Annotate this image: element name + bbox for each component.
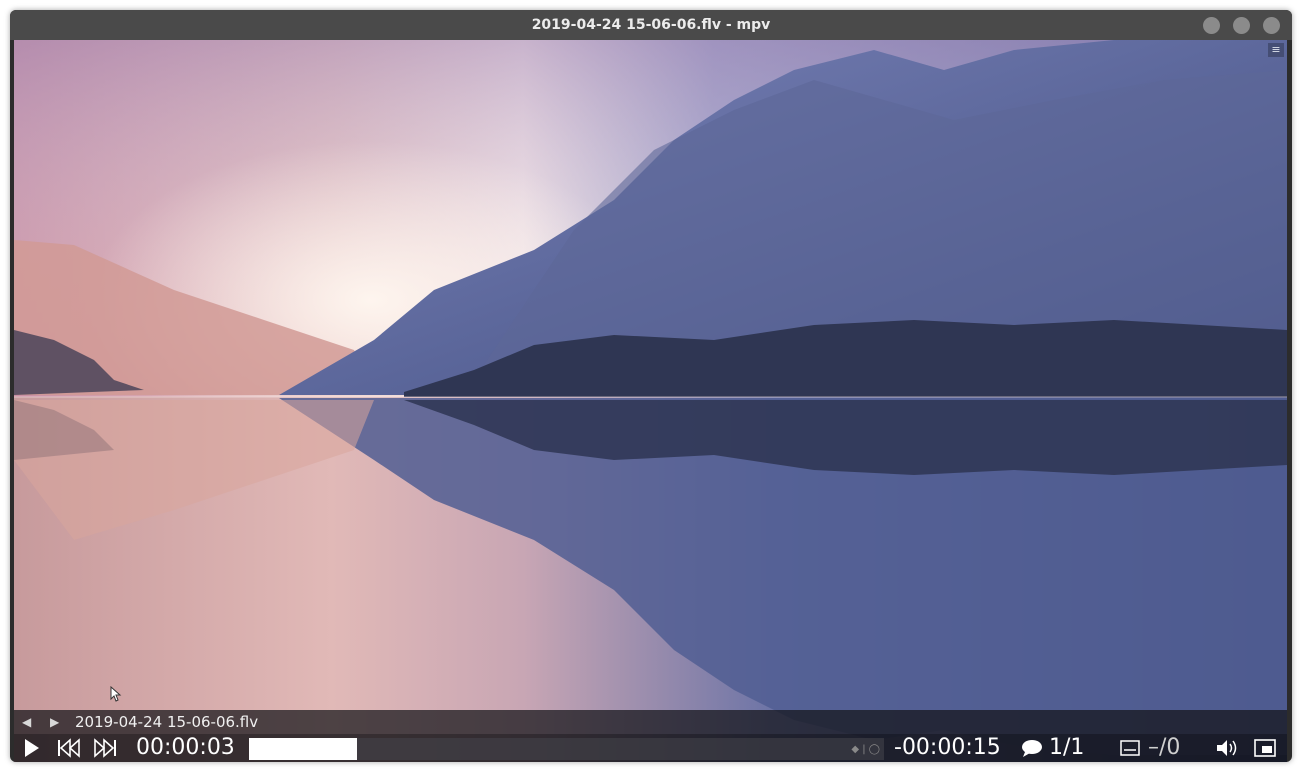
- subtitle-toggle-icon[interactable]: [1120, 740, 1140, 756]
- osc-controls: 00:00:03 ◆ | ◯ -00:00:15 1/1 –/0: [14, 734, 1287, 762]
- chapter-marks-icon: ◆ | ◯: [851, 744, 880, 755]
- mouse-pointer-icon: [110, 686, 122, 702]
- filename-label[interactable]: 2019-04-24 15-06-06.flv: [75, 713, 258, 731]
- skip-back-icon[interactable]: [56, 738, 82, 758]
- title-bar[interactable]: 2019-04-24 15-06-06.flv - mpv: [10, 10, 1292, 40]
- seek-progress: [249, 738, 357, 760]
- audio-track[interactable]: –/0: [1148, 735, 1180, 760]
- minimize-button[interactable]: [1203, 17, 1220, 34]
- skip-forward-icon[interactable]: [92, 738, 118, 758]
- remaining-time[interactable]: -00:00:15: [894, 735, 1001, 760]
- mpv-window: 2019-04-24 15-06-06.flv - mpv ≡ ◀ ▶ 2019…: [10, 10, 1292, 762]
- subtitle-track[interactable]: 1/1: [1049, 735, 1084, 760]
- hamburger-icon[interactable]: ≡: [1268, 43, 1284, 57]
- play-icon[interactable]: [23, 738, 41, 758]
- osc-title-row: ◀ ▶ 2019-04-24 15-06-06.flv: [14, 710, 1287, 734]
- maximize-button[interactable]: [1233, 17, 1250, 34]
- video-frame: [14, 40, 1287, 762]
- triangle-right-icon[interactable]: ▶: [50, 715, 59, 729]
- seek-bar[interactable]: ◆ | ◯: [249, 738, 884, 760]
- speech-bubble-icon[interactable]: [1021, 739, 1043, 757]
- close-button[interactable]: [1263, 17, 1280, 34]
- window-icon[interactable]: [1254, 739, 1276, 757]
- video-area[interactable]: ≡ ◀ ▶ 2019-04-24 15-06-06.flv 00:00:03 ◆…: [14, 40, 1287, 762]
- window-title: 2019-04-24 15-06-06.flv - mpv: [531, 17, 771, 33]
- elapsed-time[interactable]: 00:00:03: [136, 735, 235, 760]
- speaker-icon[interactable]: [1216, 739, 1238, 757]
- triangle-left-icon[interactable]: ◀: [22, 715, 31, 729]
